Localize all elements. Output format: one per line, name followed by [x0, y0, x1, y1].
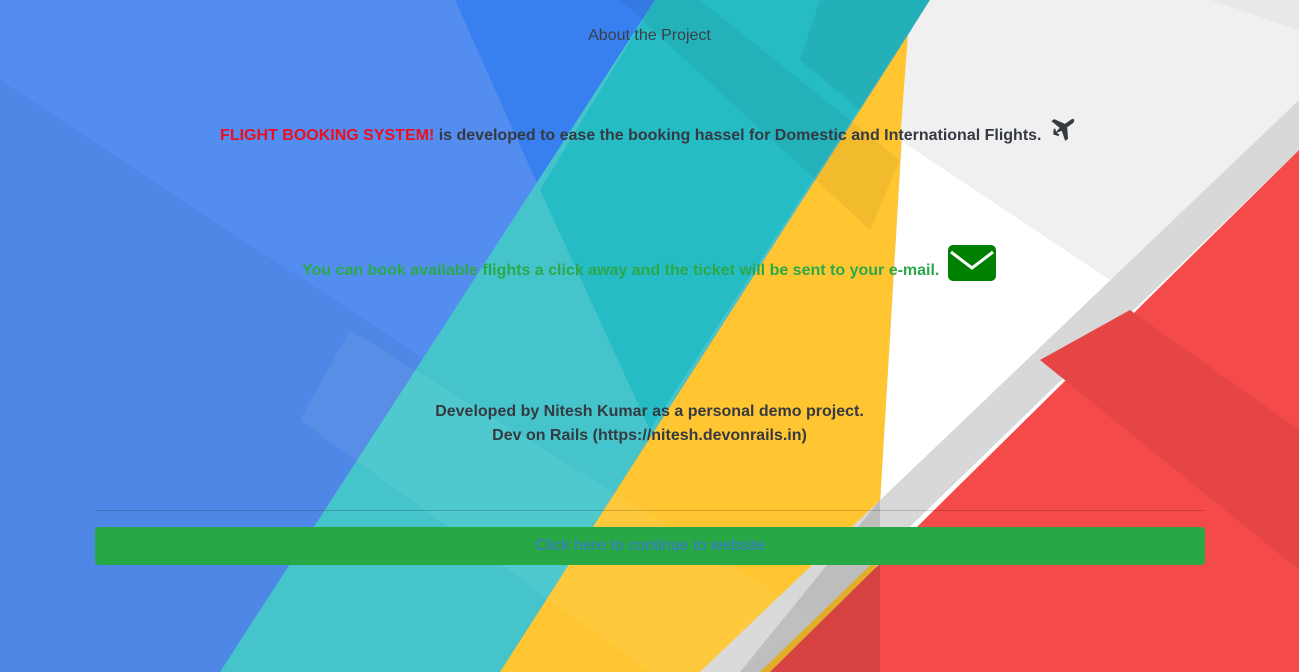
credits-author: Developed by Nitesh Kumar as a personal … — [435, 403, 864, 420]
envelope-icon — [947, 245, 996, 281]
divider — [95, 510, 1205, 511]
email-text: You can book available flights a click a… — [302, 262, 940, 279]
page-title: About the Project — [588, 27, 711, 44]
plane-icon — [1051, 118, 1075, 141]
intro-statement: FLIGHT BOOKING SYSTEM! is developed to e… — [0, 112, 1299, 145]
continue-button[interactable]: Click here to continue to website — [95, 527, 1205, 565]
brand-name: FLIGHT BOOKING SYSTEM! — [220, 127, 435, 144]
intro-text: is developed to ease the booking hassel … — [434, 127, 1042, 144]
credits-website: Dev on Rails (https://nitesh.devonrails.… — [492, 427, 807, 444]
page-background: About the Project FLIGHT BOOKING SYSTEM!… — [0, 0, 1299, 672]
credits: Developed by Nitesh Kumar as a personal … — [0, 400, 1299, 448]
email-statement: You can book available flights a click a… — [0, 243, 1299, 283]
